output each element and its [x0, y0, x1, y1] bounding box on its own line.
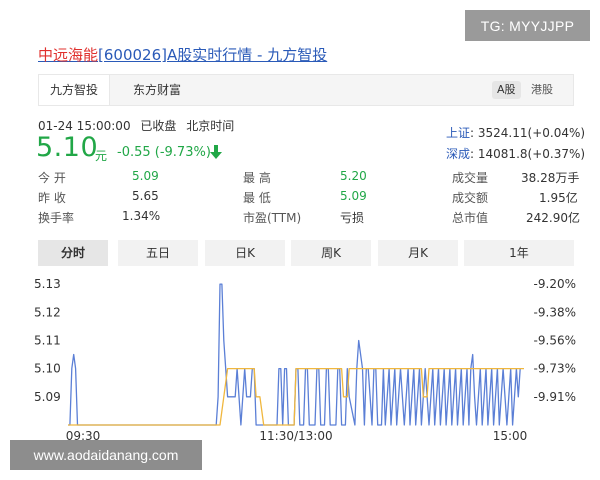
market-status: 已收盘: [140, 119, 177, 133]
y-left-tick: 5.09: [34, 390, 61, 404]
amount-label: 成交额: [452, 191, 489, 205]
x-tick: 15:00: [493, 429, 528, 443]
tab-weekly-k[interactable]: 周K: [291, 240, 371, 266]
open-value: 5.09: [132, 169, 159, 183]
intraday-chart: 5.135.125.115.105.09 -9.20%-9.38%-9.56%-…: [34, 277, 576, 443]
tab-five-day[interactable]: 五日: [118, 240, 198, 266]
index-shenzhen: 深成: 14081.8(+0.37%): [446, 147, 586, 161]
index-shanghai: 上证: 3524.11(+0.04%): [446, 126, 586, 140]
y-right-tick: -9.56%: [534, 333, 576, 347]
index-shanghai-value: 3524.11(+0.04%): [477, 126, 586, 140]
price-unit: 元: [95, 149, 108, 163]
page-title-link[interactable]: 中远海能[600026]A股实时行情 - 九方智投: [38, 44, 327, 65]
low-label: 最 低: [243, 191, 271, 205]
high-value: 5.20: [340, 169, 367, 183]
title-suffix[interactable]: A股实时行情 - 九方智投: [167, 46, 327, 64]
y-axis-left: 5.13 5.12 5.11 5.10 5.09: [34, 277, 61, 404]
price-lines: [68, 283, 524, 426]
market-tab-hk[interactable]: 港股: [526, 81, 558, 99]
pe-label: 市盈(TTM): [243, 211, 302, 225]
y-axis-right: -9.20% -9.38% -9.56% -9.73% -9.91%: [534, 277, 576, 404]
tab-eastmoney[interactable]: 东方财富: [117, 75, 197, 105]
index-shenzhen-value: 14081.8(+0.37%): [477, 147, 586, 161]
turnover-value: 1.34%: [122, 209, 161, 223]
down-arrow-icon: [210, 145, 222, 159]
index-shanghai-name[interactable]: 上证: [446, 126, 470, 140]
tab-intraday[interactable]: 分时: [38, 240, 108, 266]
prev-close-value: 5.65: [132, 189, 159, 203]
prev-close-label: 昨 收: [38, 191, 66, 205]
y-right-tick: -9.73%: [534, 362, 576, 376]
tab-monthly-k[interactable]: 月K: [378, 240, 458, 266]
market-tab-a[interactable]: A股: [492, 81, 521, 99]
open-label: 今 开: [38, 171, 66, 185]
low-value: 5.09: [340, 189, 367, 203]
y-left-tick: 5.11: [34, 333, 61, 347]
amount-value: 1.95亿: [539, 191, 578, 205]
y-right-tick: -9.91%: [534, 390, 576, 404]
current-price: 5.10: [36, 132, 99, 163]
market-cap-value: 242.90亿: [526, 211, 580, 225]
y-left-tick: 5.13: [34, 277, 61, 291]
x-tick: 11:30/13:00: [259, 429, 332, 443]
quote-timestamp: 01-24 15:00:00: [38, 119, 131, 133]
index-shenzhen-name[interactable]: 深成: [446, 147, 470, 161]
high-label: 最 高: [243, 171, 271, 185]
y-left-tick: 5.10: [34, 362, 61, 376]
turnover-label: 换手率: [38, 211, 75, 225]
price-line: [68, 283, 521, 426]
price-change: -0.55 (-9.73%): [117, 145, 211, 160]
watermark-top: TG: MYYJJPP: [465, 10, 590, 41]
stock-code[interactable]: [600026]: [98, 46, 167, 64]
market-cap-label: 总市值: [452, 211, 489, 225]
tab-jiufang[interactable]: 九方智投: [39, 75, 110, 105]
stock-name[interactable]: 中远海能: [38, 46, 98, 64]
tab-one-year[interactable]: 1年: [464, 240, 574, 266]
volume-value: 38.28万手: [521, 171, 580, 185]
y-left-tick: 5.12: [34, 305, 61, 319]
period-tabbar: 分时 五日 日K 周K 月K 1年: [38, 240, 574, 266]
pe-value: 亏损: [340, 211, 365, 225]
timezone-label: 北京时间: [186, 119, 235, 133]
y-right-tick: -9.38%: [534, 305, 576, 319]
watermark-bottom: www.aodaidanang.com: [10, 440, 202, 470]
volume-label: 成交量: [452, 171, 489, 185]
tab-daily-k[interactable]: 日K: [205, 240, 285, 266]
source-tabbar: 九方智投 东方财富 A股 港股: [38, 74, 574, 106]
y-right-tick: -9.20%: [534, 277, 576, 291]
